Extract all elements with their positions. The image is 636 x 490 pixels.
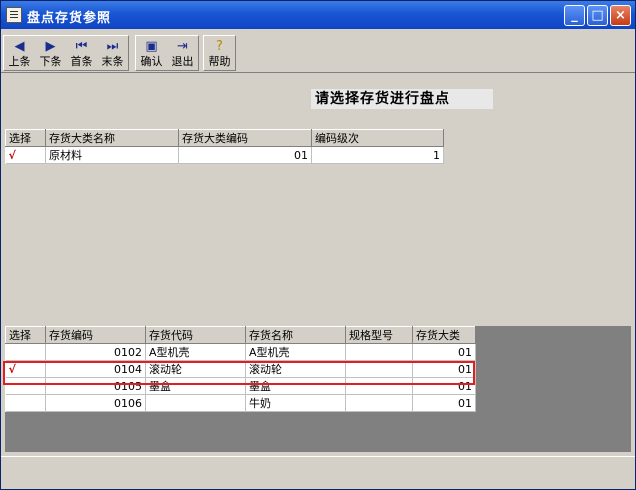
category-code-cell[interactable]: 01: [178, 146, 312, 164]
select-cell[interactable]: [5, 343, 46, 361]
exit-button[interactable]: ⇥ 退出: [167, 36, 198, 70]
maximize-button[interactable]: □: [587, 5, 608, 26]
prompt-title: 请选择存货进行盘点: [311, 89, 493, 109]
nav-button-group: ◀ 上条 ▶ 下条 ⏮ 首条 ⏭ 末条: [3, 35, 129, 71]
help-question-icon: ?: [216, 39, 223, 54]
first-button[interactable]: ⏮ 首条: [66, 36, 97, 70]
col-item-code[interactable]: 存货编码: [45, 326, 146, 344]
item-name-cell[interactable]: 牛奶: [245, 394, 346, 412]
status-bar: [1, 456, 635, 489]
toolbar: ◀ 上条 ▶ 下条 ⏮ 首条 ⏭ 末条 ▣ 确认 ⇥ 退出 ? 帮助: [1, 29, 635, 73]
item-table: 选择 存货编码 存货代码 存货名称 规格型号 存货大类 0102 A型机壳 A型…: [5, 326, 476, 412]
col-select[interactable]: 选择: [5, 129, 46, 147]
item-category-cell[interactable]: 01: [412, 377, 476, 395]
last-button[interactable]: ⏭ 末条: [97, 36, 128, 70]
code-level-cell[interactable]: 1: [311, 146, 444, 164]
col-code-level[interactable]: 编码级次: [311, 129, 444, 147]
spec-cell[interactable]: [345, 377, 413, 395]
window-title: 盘点存货参照: [27, 11, 112, 26]
col-item-alias[interactable]: 存货代码: [145, 326, 246, 344]
item-header-row: 选择 存货编码 存货代码 存货名称 规格型号 存货大类: [5, 326, 476, 344]
table-row[interactable]: √ 原材料 01 1: [5, 146, 444, 164]
select-cell[interactable]: √: [5, 360, 46, 378]
window: 盘点存货参照 _ □ × ◀ 上条 ▶ 下条 ⏮ 首条 ⏭ 末条 ▣ 确认 ⇥ …: [0, 0, 636, 490]
select-cell[interactable]: [5, 377, 46, 395]
spec-cell[interactable]: [345, 343, 413, 361]
item-alias-cell[interactable]: A型机壳: [145, 343, 246, 361]
minimize-button[interactable]: _: [564, 5, 585, 26]
first-label: 首条: [70, 55, 93, 68]
select-cell[interactable]: [5, 394, 46, 412]
item-code-cell[interactable]: 0104: [45, 360, 146, 378]
prev-label: 上条: [8, 55, 31, 68]
exit-label: 退出: [171, 55, 194, 68]
item-category-cell[interactable]: 01: [412, 343, 476, 361]
item-code-cell[interactable]: 0102: [45, 343, 146, 361]
item-name-cell[interactable]: 墨盒: [245, 377, 346, 395]
item-name-cell[interactable]: A型机壳: [245, 343, 346, 361]
col-item-name[interactable]: 存货名称: [245, 326, 346, 344]
app-icon: [6, 7, 22, 23]
table-row[interactable]: 0102 A型机壳 A型机壳 01: [5, 343, 476, 361]
col-category-name[interactable]: 存货大类名称: [45, 129, 179, 147]
item-alias-cell[interactable]: [145, 394, 246, 412]
col-item-category[interactable]: 存货大类: [412, 326, 476, 344]
title-bar: 盘点存货参照 _ □ ×: [1, 1, 635, 29]
spec-cell[interactable]: [345, 360, 413, 378]
table-row[interactable]: √ 0104 滚动轮 滚动轮 01: [5, 360, 476, 378]
next-label: 下条: [39, 55, 62, 68]
confirm-label: 确认: [140, 55, 163, 68]
item-category-cell[interactable]: 01: [412, 394, 476, 412]
item-code-cell[interactable]: 0106: [45, 394, 146, 412]
col-category-code[interactable]: 存货大类编码: [178, 129, 312, 147]
help-button[interactable]: ? 帮助: [204, 36, 235, 70]
select-cell[interactable]: √: [5, 146, 46, 164]
col-spec[interactable]: 规格型号: [345, 326, 413, 344]
save-icon: ▣: [145, 39, 158, 54]
item-alias-cell[interactable]: 滚动轮: [145, 360, 246, 378]
item-code-cell[interactable]: 0105: [45, 377, 146, 395]
close-button[interactable]: ×: [610, 5, 631, 26]
spec-cell[interactable]: [345, 394, 413, 412]
prev-button[interactable]: ◀ 上条: [4, 36, 35, 70]
next-button[interactable]: ▶ 下条: [35, 36, 66, 70]
table-row[interactable]: 0106 牛奶 01: [5, 394, 476, 412]
first-record-icon: ⏮: [75, 39, 88, 54]
exit-door-icon: ⇥: [177, 39, 188, 54]
confirm-button[interactable]: ▣ 确认: [136, 36, 167, 70]
category-table: 选择 存货大类名称 存货大类编码 编码级次 √ 原材料 01 1: [5, 129, 444, 164]
arrow-right-icon: ▶: [45, 39, 56, 54]
category-header-row: 选择 存货大类名称 存货大类编码 编码级次: [5, 129, 444, 147]
item-alias-cell[interactable]: 墨盒: [145, 377, 246, 395]
help-button-group: ? 帮助: [203, 35, 236, 71]
main-panel: 请选择存货进行盘点 选择 存货大类名称 存货大类编码 编码级次 √ 原材料 01…: [1, 74, 635, 456]
col-select[interactable]: 选择: [5, 326, 46, 344]
item-category-cell[interactable]: 01: [412, 360, 476, 378]
arrow-left-icon: ◀: [14, 39, 25, 54]
category-name-cell[interactable]: 原材料: [45, 146, 179, 164]
action-button-group: ▣ 确认 ⇥ 退出: [135, 35, 199, 71]
last-label: 末条: [101, 55, 124, 68]
help-label: 帮助: [208, 55, 231, 68]
last-record-icon: ⏭: [106, 39, 119, 54]
table-row[interactable]: 0105 墨盒 墨盒 01: [5, 377, 476, 395]
item-name-cell[interactable]: 滚动轮: [245, 360, 346, 378]
